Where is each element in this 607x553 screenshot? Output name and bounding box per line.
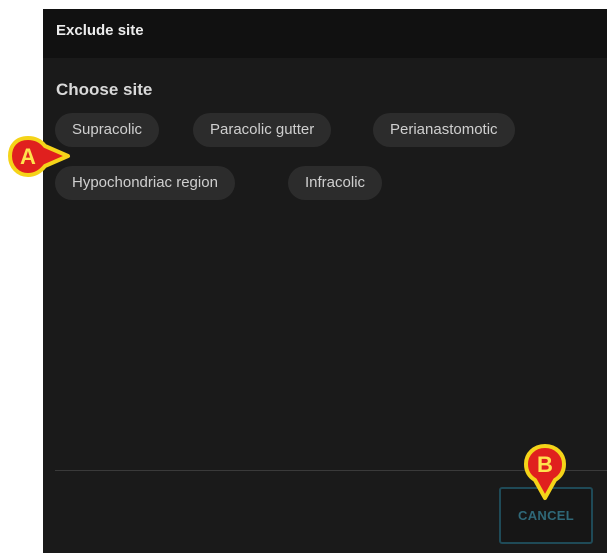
dialog-title: Exclude site	[56, 22, 144, 39]
site-chip-paracolic-gutter[interactable]: Paracolic gutter	[193, 113, 332, 147]
callout-b-label: B	[537, 452, 553, 477]
callout-b-marker: B	[522, 442, 568, 502]
callout-a-label: A	[20, 144, 36, 169]
dialog-header: Exclude site	[43, 9, 607, 58]
choose-site-label: Choose site	[56, 80, 153, 99]
site-chip-infracolic[interactable]: Infracolic	[288, 166, 383, 200]
site-chip-hypochondriac-region[interactable]: Hypochondriac region	[55, 166, 235, 200]
site-chip-perianastomotic[interactable]: Perianastomotic	[373, 113, 515, 147]
callout-a-marker: A	[6, 134, 72, 180]
